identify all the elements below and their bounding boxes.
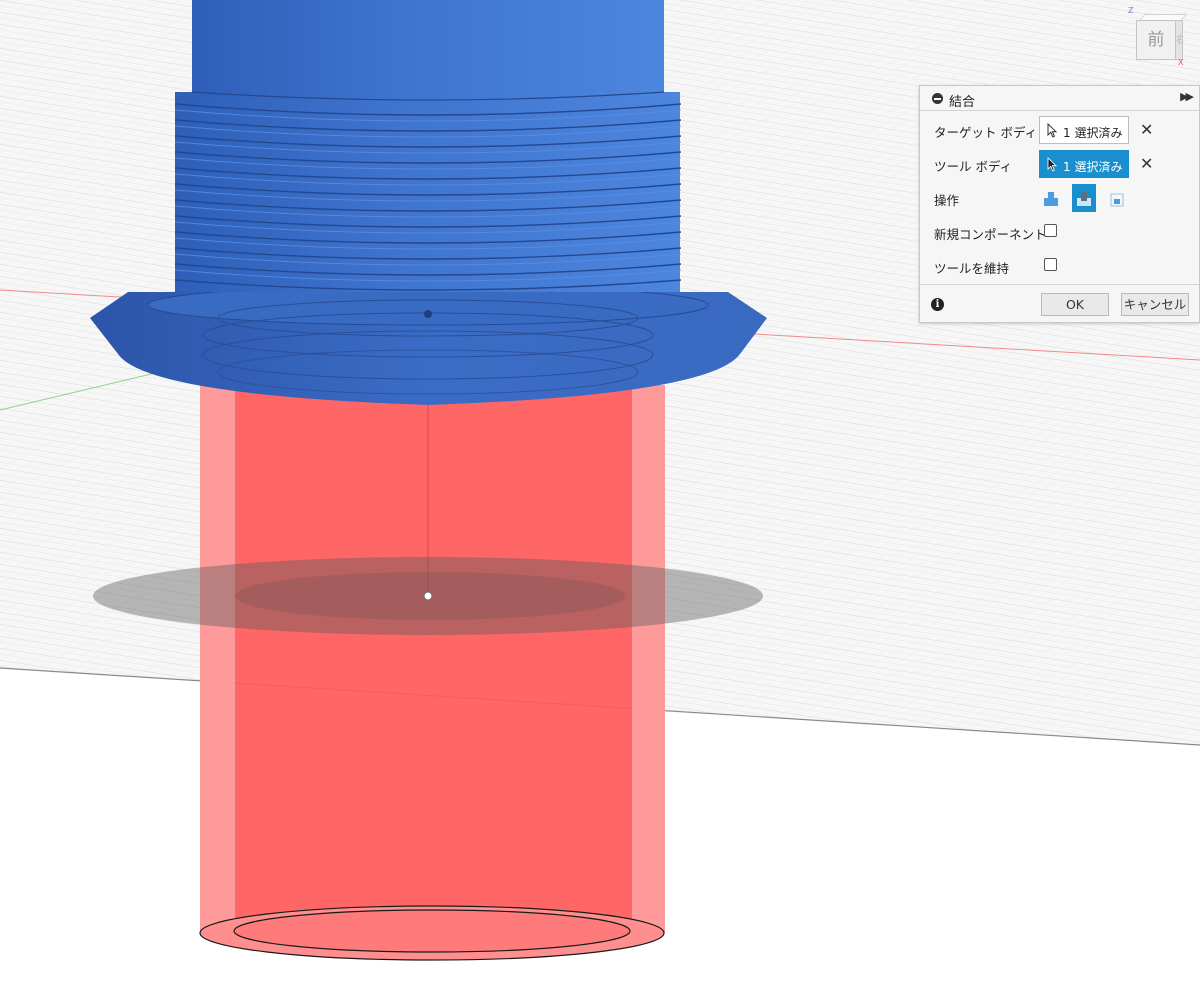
origin-point[interactable]: [423, 591, 433, 601]
intersect-icon[interactable]: [1105, 184, 1129, 212]
new-component-label: 新規コンポーネント: [934, 227, 1047, 242]
tool-body-select-button[interactable]: 1 選択済み: [1039, 150, 1129, 178]
clear-target-icon[interactable]: ✕: [1140, 122, 1153, 138]
operation-label: 操作: [934, 193, 960, 208]
view-cube-right-face[interactable]: 右: [1175, 20, 1183, 60]
dialog-header: 結合 ▶▶: [920, 86, 1199, 111]
new-component-checkbox[interactable]: [1044, 224, 1057, 237]
cancel-button[interactable]: キャンセル: [1121, 293, 1189, 316]
tool-body-value: 1 選択済み: [1063, 160, 1123, 174]
keep-tools-checkbox[interactable]: [1044, 258, 1057, 271]
combine-dialog: 結合 ▶▶ ターゲット ボディ 1 選択済み ✕ ツール ボディ 1 選択済み …: [919, 85, 1200, 323]
cursor-icon: [1047, 157, 1057, 172]
target-body-value: 1 選択済み: [1063, 126, 1123, 140]
ok-button[interactable]: OK: [1041, 293, 1109, 316]
axis-z-label: Z: [1128, 6, 1134, 15]
info-icon[interactable]: i: [931, 298, 944, 311]
keep-tools-label: ツールを維持: [934, 261, 1010, 276]
target-body-label: ターゲット ボディ: [934, 125, 1038, 140]
clear-tool-icon[interactable]: ✕: [1140, 156, 1153, 172]
dialog-title: 結合: [949, 95, 976, 110]
target-body-select-button[interactable]: 1 選択済み: [1039, 116, 1129, 144]
cut-icon[interactable]: [1072, 184, 1096, 212]
join-icon[interactable]: [1039, 184, 1063, 212]
tool-body-label: ツール ボディ: [934, 159, 1013, 174]
collapse-icon[interactable]: [932, 93, 943, 104]
view-cube-front-face[interactable]: 前: [1136, 20, 1176, 60]
tool-body[interactable]: [199, 385, 665, 961]
expand-icon[interactable]: ▶▶: [1180, 90, 1194, 103]
view-cube[interactable]: Z 前 右 X: [1128, 6, 1190, 67]
cursor-icon: [1047, 123, 1057, 138]
dialog-divider: [920, 284, 1199, 285]
axis-x-label: X: [1178, 58, 1184, 67]
